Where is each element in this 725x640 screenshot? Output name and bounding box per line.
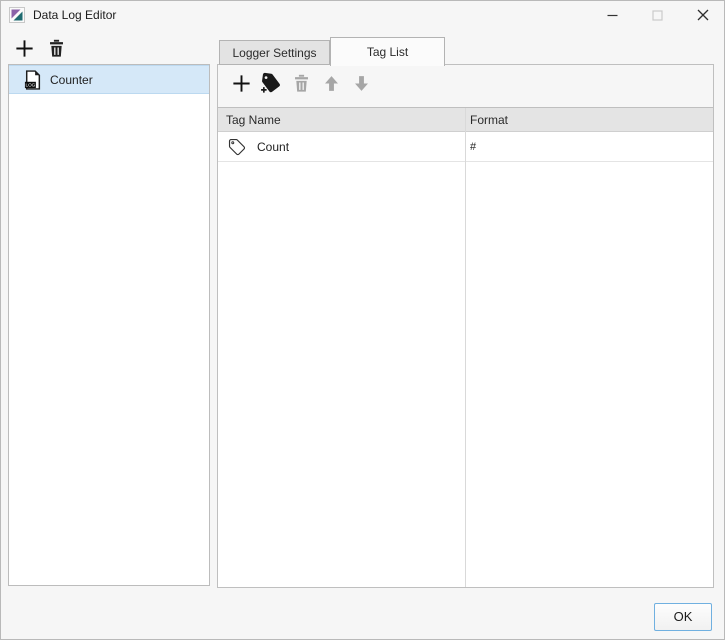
trash-icon [47,38,66,58]
move-up-button [320,72,342,94]
logger-item-label: Counter [50,73,93,87]
app-icon [9,7,25,23]
tag-name-cell[interactable]: Count [218,138,465,156]
arrow-up-icon [322,74,341,93]
add-tag-quick-button[interactable] [260,72,282,94]
tab-logger-settings[interactable]: Logger Settings [219,40,330,65]
tag-plus-icon [260,72,282,94]
add-tag-button[interactable] [230,72,252,94]
maximize-button [635,0,680,30]
minimize-icon [607,10,618,21]
move-down-button [350,72,372,94]
delete-tag-button [290,72,312,94]
plus-icon [231,73,252,94]
logger-toolbar [13,37,67,59]
column-separator [465,108,466,587]
data-log-editor-window: { "window": { "title": "Data Log Editor"… [0,0,725,640]
window-title: Data Log Editor [33,8,116,22]
tab-label: Logger Settings [232,46,316,60]
minimize-button[interactable] [590,0,635,30]
tag-name-value: Count [257,140,289,154]
close-button[interactable] [680,0,725,30]
ok-button[interactable]: OK [654,603,712,631]
delete-logger-button[interactable] [45,37,67,59]
tab-label: Tag List [367,45,408,59]
plus-icon [14,38,35,59]
tag-list-pane: Tag Name Format Count # [217,64,714,586]
tag-icon [228,138,246,156]
format-cell[interactable]: # [465,141,713,153]
column-header-tag-name: Tag Name [218,113,465,127]
maximize-icon [652,10,663,21]
window-controls [590,0,725,30]
log-file-icon: LOG [24,70,41,90]
logger-list-item-counter[interactable]: LOG Counter [9,65,209,94]
trash-icon-disabled [292,73,311,93]
column-header-format: Format [465,113,713,127]
tag-table: Tag Name Format Count # [217,107,714,588]
svg-text:LOG: LOG [26,82,36,87]
close-icon [697,9,709,21]
arrow-down-icon [352,74,371,93]
tag-toolbar [230,72,372,94]
tab-tag-list[interactable]: Tag List [330,37,445,66]
add-logger-button[interactable] [13,37,35,59]
title-bar: Data Log Editor [0,0,725,30]
logger-list: LOG Counter [8,64,210,586]
